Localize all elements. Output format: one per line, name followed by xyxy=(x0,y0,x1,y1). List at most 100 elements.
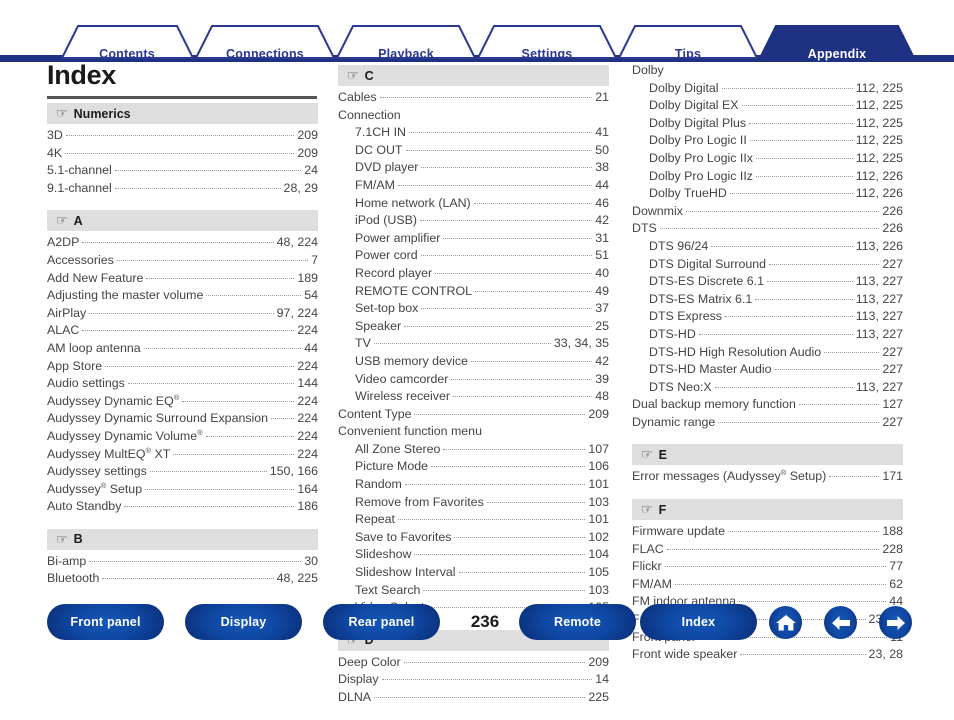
index-entry[interactable]: Add New Feature 189 xyxy=(47,270,318,288)
dot-leader xyxy=(486,501,586,503)
index-entry[interactable]: Dynamic range 227 xyxy=(632,414,903,432)
index-entry[interactable]: All Zone Stereo 107 xyxy=(338,441,609,459)
index-entry[interactable]: ALAC 224 xyxy=(47,322,318,340)
index-entry[interactable]: Record player 40 xyxy=(338,265,609,283)
index-entry[interactable]: Connection xyxy=(338,107,609,125)
index-entry[interactable]: Audyssey Dynamic Volume® 224 xyxy=(47,428,318,446)
index-entry[interactable]: FLAC 228 xyxy=(632,541,903,559)
index-entry[interactable]: 4K 209 xyxy=(47,145,318,163)
index-entry[interactable]: Power cord 51 xyxy=(338,247,609,265)
index-entry[interactable]: iPod (USB) 42 xyxy=(338,212,609,230)
index-entry[interactable]: Deep Color 209 xyxy=(338,654,609,672)
index-entry[interactable]: Set-top box 37 xyxy=(338,300,609,318)
index-entry[interactable]: AM loop antenna 44 xyxy=(47,340,318,358)
index-entry[interactable]: DTS 226 xyxy=(632,220,903,238)
index-entry[interactable]: Dual backup memory function 127 xyxy=(632,396,903,414)
index-entry[interactable]: 3D 209 xyxy=(47,127,318,145)
index-entry[interactable]: Display 14 xyxy=(338,671,609,689)
index-entry[interactable]: AirPlay 97, 224 xyxy=(47,305,318,323)
index-entry[interactable]: TV 33, 34, 35 xyxy=(338,335,609,353)
index-entry[interactable]: Dolby Pro Logic IIz 112, 226 xyxy=(632,168,903,186)
index-entry[interactable]: Firmware update 188 xyxy=(632,523,903,541)
index-entry[interactable]: Error messages (Audyssey® Setup) 171 xyxy=(632,468,903,486)
footer-button-rear-panel[interactable]: Rear panel xyxy=(323,604,440,640)
index-entry[interactable]: FM/AM 44 xyxy=(338,177,609,195)
index-entry[interactable]: USB memory device 42 xyxy=(338,353,609,371)
next-button[interactable] xyxy=(879,606,912,639)
index-entry[interactable]: Dolby Digital Plus 112, 225 xyxy=(632,115,903,133)
index-entry[interactable]: Save to Favorites 102 xyxy=(338,529,609,547)
index-entry[interactable]: Text Search 103 xyxy=(338,582,609,600)
index-entry[interactable]: Audyssey settings 150, 166 xyxy=(47,463,318,481)
index-entry[interactable]: Dolby xyxy=(632,62,903,80)
index-entry[interactable]: Accessories 7 xyxy=(47,252,318,270)
index-entry[interactable]: 7.1CH IN 41 xyxy=(338,124,609,142)
tab-playback[interactable]: Playback xyxy=(378,47,434,61)
index-entry[interactable]: Random 101 xyxy=(338,476,609,494)
tab-settings[interactable]: Settings xyxy=(522,47,573,61)
index-entry[interactable]: 5.1-channel 24 xyxy=(47,162,318,180)
index-entry[interactable]: Adjusting the master volume 54 xyxy=(47,287,318,305)
index-entry[interactable]: FM/AM 62 xyxy=(632,576,903,594)
index-entry[interactable]: DTS Neo:X 113, 227 xyxy=(632,379,903,397)
index-entry[interactable]: Dolby Digital 112, 225 xyxy=(632,80,903,98)
index-entry[interactable]: Auto Standby 186 xyxy=(47,498,318,516)
index-entry[interactable]: Audyssey Dynamic Surround Expansion 224 xyxy=(47,410,318,428)
index-entry[interactable]: Audyssey Dynamic EQ® 224 xyxy=(47,393,318,411)
index-entry[interactable]: Slideshow Interval 105 xyxy=(338,564,609,582)
index-entry[interactable]: Home network (LAN) 46 xyxy=(338,195,609,213)
index-entry[interactable]: Dolby Digital EX 112, 225 xyxy=(632,97,903,115)
index-entry[interactable]: Slideshow 104 xyxy=(338,546,609,564)
index-entry[interactable]: 9.1-channel 28, 29 xyxy=(47,180,318,198)
footer-button-front-panel[interactable]: Front panel xyxy=(47,604,164,640)
footer-button-index[interactable]: Index xyxy=(640,604,757,640)
index-entry[interactable]: Audyssey MultEQ® XT 224 xyxy=(47,446,318,464)
index-entry[interactable]: Power amplifier 31 xyxy=(338,230,609,248)
tab-contents[interactable]: Contents xyxy=(99,47,155,61)
index-entry[interactable]: DTS-HD 113, 227 xyxy=(632,326,903,344)
dot-leader xyxy=(435,272,593,274)
index-entry[interactable]: DTS-ES Discrete 6.1 113, 227 xyxy=(632,273,903,291)
index-entry[interactable]: Audio settings 144 xyxy=(47,375,318,393)
index-entry[interactable]: Repeat 101 xyxy=(338,511,609,529)
tab-tips[interactable]: Tips xyxy=(675,47,701,61)
index-entry[interactable]: Remove from Favorites 103 xyxy=(338,494,609,512)
index-entry[interactable]: Convenient function menu xyxy=(338,423,609,441)
index-entry[interactable]: DTS-ES Matrix 6.1 113, 227 xyxy=(632,291,903,309)
index-entry[interactable]: Flickr 77 xyxy=(632,558,903,576)
tab-connections[interactable]: Connections xyxy=(226,47,304,61)
index-entry[interactable]: Cables 21 xyxy=(338,89,609,107)
footer-button-display[interactable]: Display xyxy=(185,604,302,640)
index-entry[interactable]: Dolby Pro Logic IIx 112, 225 xyxy=(632,150,903,168)
footer-button-remote[interactable]: Remote xyxy=(519,604,636,640)
index-entry[interactable]: DTS Express 113, 227 xyxy=(632,308,903,326)
index-entry[interactable]: DC OUT 50 xyxy=(338,142,609,160)
index-entry[interactable]: DTS 96/24 113, 226 xyxy=(632,238,903,256)
index-entry[interactable]: DTS-HD Master Audio 227 xyxy=(632,361,903,379)
index-entry[interactable]: DLNA 225 xyxy=(338,689,609,707)
index-entry[interactable]: Downmix 226 xyxy=(632,203,903,221)
index-entry[interactable]: Dolby TrueHD 112, 226 xyxy=(632,185,903,203)
index-entry-page: 37 xyxy=(595,301,609,316)
index-entry-label: DTS Express xyxy=(649,309,722,324)
index-entry-label: Audyssey settings xyxy=(47,464,147,479)
index-entry[interactable]: DVD player 38 xyxy=(338,159,609,177)
back-button[interactable] xyxy=(824,606,857,639)
index-entry[interactable]: Bluetooth 48, 225 xyxy=(47,570,318,588)
index-entry[interactable]: A2DP 48, 224 xyxy=(47,234,318,252)
index-entry[interactable]: App Store 224 xyxy=(47,358,318,376)
index-entry[interactable]: DTS Digital Surround 227 xyxy=(632,256,903,274)
home-button[interactable] xyxy=(769,606,802,639)
index-entry[interactable]: Bi-amp 30 xyxy=(47,553,318,571)
index-entry-page: 186 xyxy=(297,499,318,514)
index-entry[interactable]: REMOTE CONTROL 49 xyxy=(338,283,609,301)
index-entry[interactable]: Dolby Pro Logic II 112, 225 xyxy=(632,132,903,150)
index-entry[interactable]: Audyssey® Setup 164 xyxy=(47,481,318,499)
index-entry[interactable]: Content Type 209 xyxy=(338,406,609,424)
index-entry[interactable]: DTS-HD High Resolution Audio 227 xyxy=(632,344,903,362)
index-entry[interactable]: Picture Mode 106 xyxy=(338,458,609,476)
index-entry[interactable]: Video camcorder 39 xyxy=(338,371,609,389)
index-entry[interactable]: Speaker 25 xyxy=(338,318,609,336)
index-entry[interactable]: Wireless receiver 48 xyxy=(338,388,609,406)
tab-appendix[interactable]: Appendix xyxy=(808,47,867,61)
